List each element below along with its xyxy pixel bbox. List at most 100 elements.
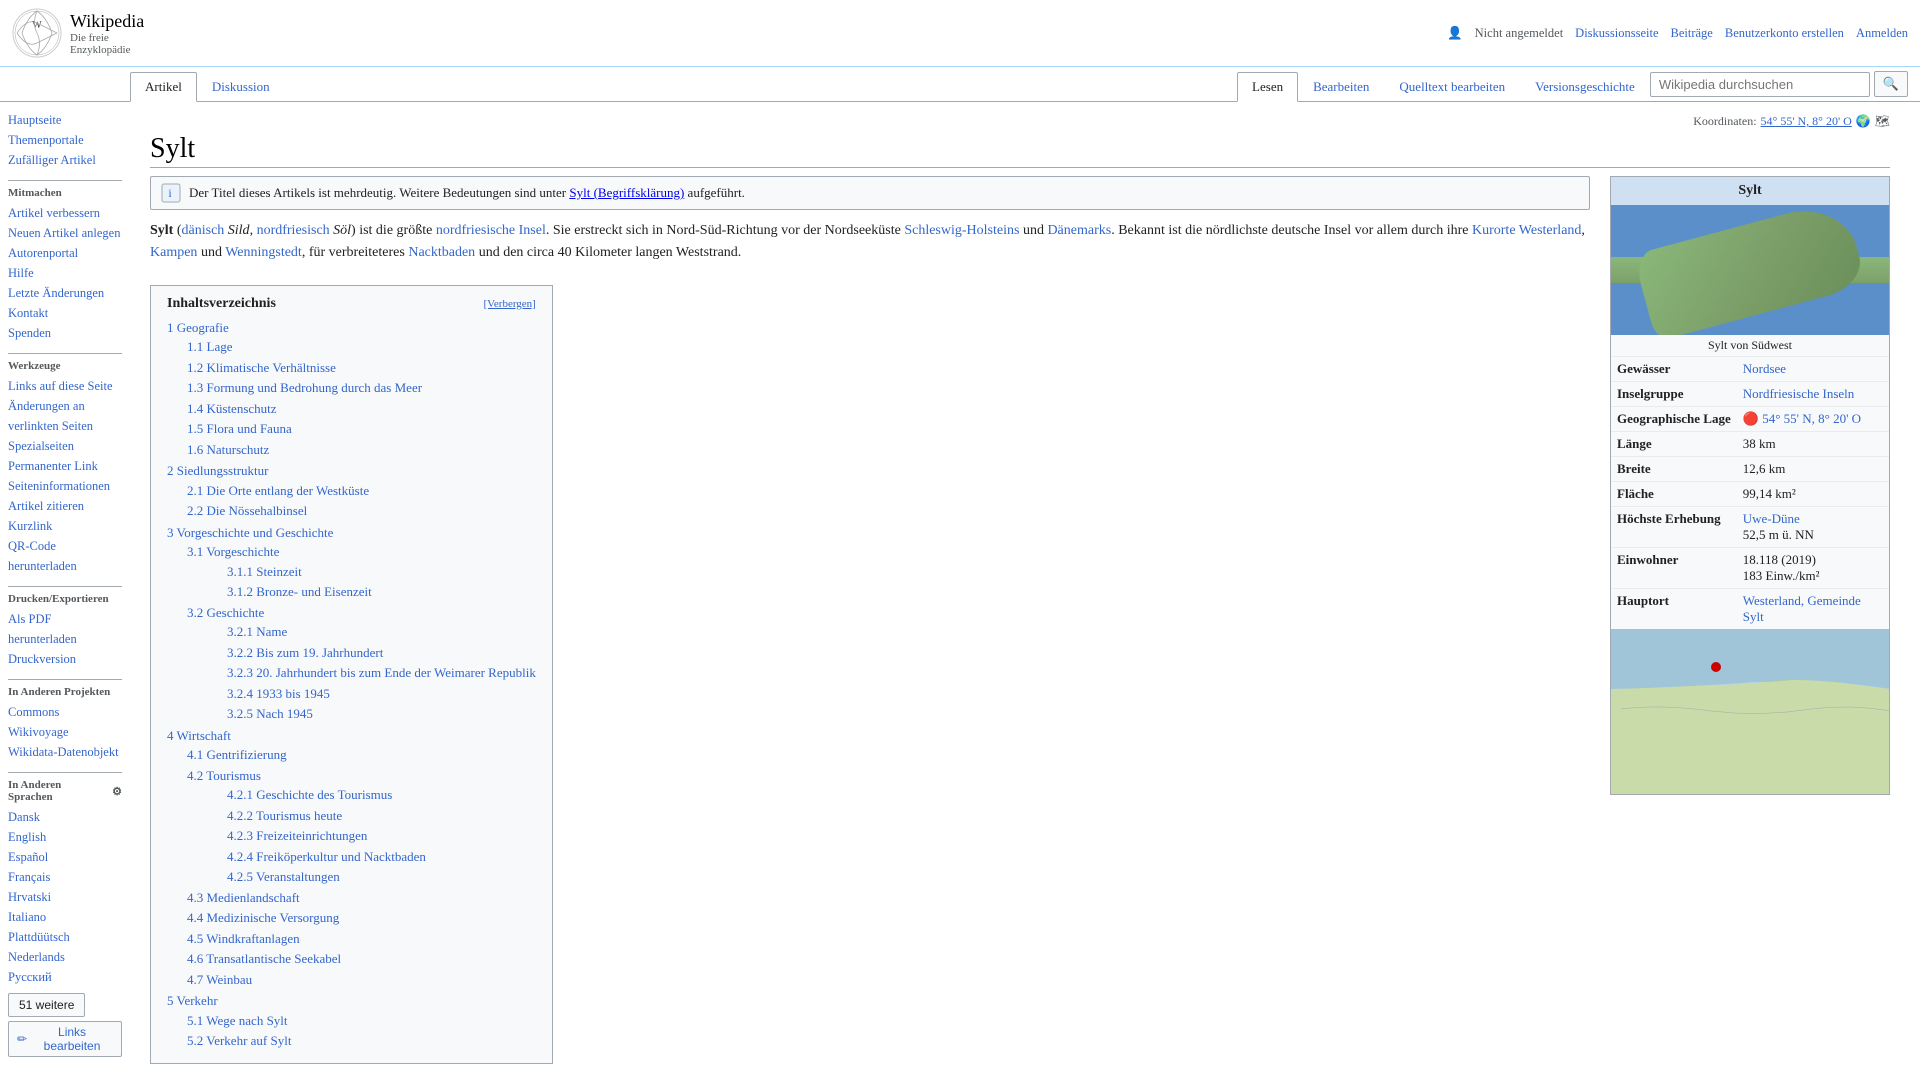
sidebar-item-themenportale[interactable]: Themenportale xyxy=(8,130,122,150)
toc-link-1-1[interactable]: 1.1 Lage xyxy=(187,339,232,354)
infobox-value-inselgruppe[interactable]: Nordfriesische Inseln xyxy=(1743,386,1855,401)
nordfriesisch-link[interactable]: nordfriesisch xyxy=(257,223,330,238)
sidebar-item-english[interactable]: English xyxy=(8,827,122,847)
toc-link-1-2[interactable]: 1.2 Klimatische Verhältnisse xyxy=(187,360,336,375)
sidebar-item-kurzlink[interactable]: Kurzlink xyxy=(8,516,122,536)
sidebar-item-wikivoyage[interactable]: Wikivoyage xyxy=(8,722,122,742)
sidebar-item-russian[interactable]: Русский xyxy=(8,967,122,987)
sidebar-item-druckversion[interactable]: Druckversion xyxy=(8,649,122,669)
sidebar-item-kontakt[interactable]: Kontakt xyxy=(8,303,122,323)
globe-icon[interactable]: 🌍 xyxy=(1856,114,1871,129)
toc-link-2-2[interactable]: 2.2 Die Nössehalbinsel xyxy=(187,503,307,518)
sidebar-item-francais[interactable]: Français xyxy=(8,867,122,887)
toc-link-4-5[interactable]: 4.5 Windkraftanlagen xyxy=(187,931,300,946)
toc-link-4-3[interactable]: 4.3 Medienlandschaft xyxy=(187,890,300,905)
sidebar-item-wikidata[interactable]: Wikidata-Datenobjekt xyxy=(8,742,122,762)
schleswig-holstein-link[interactable]: Schleswig-Holsteins xyxy=(904,223,1019,238)
sidebar-item-dansk[interactable]: Dansk xyxy=(8,807,122,827)
toc-link-1-6[interactable]: 1.6 Naturschutz xyxy=(187,442,269,457)
sidebar-item-spenden[interactable]: Spenden xyxy=(8,323,122,343)
toc-link-4-2-3[interactable]: 4.2.3 Freizeiteinrichtungen xyxy=(227,828,367,843)
toc-link-4-2-4[interactable]: 4.2.4 Freiköperkultur und Nacktbaden xyxy=(227,849,426,864)
sidebar-item-seiteninformationen[interactable]: Seiteninformationen xyxy=(8,476,122,496)
toc-link-4-2-1[interactable]: 4.2.1 Geschichte des Tourismus xyxy=(227,787,392,802)
toc-link-3-2-2[interactable]: 3.2.2 Bis zum 19. Jahrhundert xyxy=(227,645,383,660)
sidebar-item-spezialseiten[interactable]: Spezialseiten xyxy=(8,436,122,456)
infobox-value-gewaesser[interactable]: Nordsee xyxy=(1743,361,1786,376)
toc-link-4-6[interactable]: 4.6 Transatlantische Seekabel xyxy=(187,951,341,966)
sidebar-item-zitieren[interactable]: Artikel zitieren xyxy=(8,496,122,516)
sidebar-item-verlinkte[interactable]: Änderungen an verlinkten Seiten xyxy=(8,396,122,436)
toc-link-4[interactable]: 4 Wirtschaft xyxy=(167,728,231,743)
tab-bearbeiten[interactable]: Bearbeiten xyxy=(1298,72,1384,102)
search-input[interactable] xyxy=(1650,72,1870,97)
uwe-duene-link[interactable]: Uwe-Düne xyxy=(1743,511,1800,526)
coords-value[interactable]: 54° 55' N, 8° 20' O xyxy=(1762,411,1861,426)
wenningstedt-link[interactable]: Wenningstedt xyxy=(225,245,302,260)
sidebar-item-commons[interactable]: Commons xyxy=(8,702,122,722)
discussion-link[interactable]: Diskussionsseite xyxy=(1575,26,1658,41)
sidebar-item-nederlands[interactable]: Nederlands xyxy=(8,947,122,967)
toc-link-3-2-3[interactable]: 3.2.3 20. Jahrhundert bis zum Ende der W… xyxy=(227,665,536,680)
sidebar-item-zufaellig[interactable]: Zufälliger Artikel xyxy=(8,150,122,170)
toc-link-1-3[interactable]: 1.3 Formung und Bedrohung durch das Meer xyxy=(187,380,422,395)
toc-link-4-4[interactable]: 4.4 Medizinische Versorgung xyxy=(187,910,339,925)
tab-diskussion[interactable]: Diskussion xyxy=(197,72,285,102)
kurorte-link[interactable]: Kurorte Westerland xyxy=(1472,223,1581,238)
sidebar-item-italiano[interactable]: Italiano xyxy=(8,907,122,927)
toc-link-3-1[interactable]: 3.1 Vorgeschichte xyxy=(187,544,279,559)
toc-link-1[interactable]: 1 Geografie xyxy=(167,320,229,335)
toc-toggle[interactable]: [Verbergen] xyxy=(484,298,536,310)
toc-link-5[interactable]: 5 Verkehr xyxy=(167,993,218,1008)
danisch-link[interactable]: dänisch xyxy=(182,223,225,238)
toc-link-3-2-1[interactable]: 3.2.1 Name xyxy=(227,624,287,639)
tab-artikel[interactable]: Artikel xyxy=(130,72,197,102)
sidebar-item-aenderungen[interactable]: Letzte Änderungen xyxy=(8,283,122,303)
toc-link-4-2-2[interactable]: 4.2.2 Tourismus heute xyxy=(227,808,342,823)
sidebar-item-plattduutsch[interactable]: Plattdüütsch xyxy=(8,927,122,947)
toc-link-5-1[interactable]: 5.1 Wege nach Sylt xyxy=(187,1013,288,1028)
gear-icon[interactable]: ⚙ xyxy=(112,785,122,798)
sidebar-item-hauptseite[interactable]: Hauptseite xyxy=(8,110,122,130)
toc-link-2[interactable]: 2 Siedlungsstruktur xyxy=(167,463,268,478)
sidebar-item-hrvatski[interactable]: Hrvatski xyxy=(8,887,122,907)
toc-link-3-1-2[interactable]: 3.1.2 Bronze- und Eisenzeit xyxy=(227,584,372,599)
tab-versionsgeschichte[interactable]: Versionsgeschichte xyxy=(1520,72,1650,102)
login-link[interactable]: Anmelden xyxy=(1856,26,1908,41)
search-button[interactable]: 🔍 xyxy=(1874,71,1908,97)
toc-link-3-2[interactable]: 3.2 Geschichte xyxy=(187,605,264,620)
hauptort-link[interactable]: Westerland, Gemeinde Sylt xyxy=(1743,593,1861,624)
tab-quelltext[interactable]: Quelltext bearbeiten xyxy=(1384,72,1520,102)
toc-link-3[interactable]: 3 Vorgeschichte und Geschichte xyxy=(167,525,333,540)
wikipedia-logo[interactable]: W xyxy=(12,8,62,58)
map-icon[interactable]: 🗺 xyxy=(1875,114,1890,129)
daenemark-link[interactable]: Dänemarks xyxy=(1047,223,1111,238)
toc-link-4-2-5[interactable]: 4.2.5 Veranstaltungen xyxy=(227,869,340,884)
contributions-link[interactable]: Beiträge xyxy=(1671,26,1713,41)
toc-link-3-2-5[interactable]: 3.2.5 Nach 1945 xyxy=(227,706,313,721)
toc-link-2-1[interactable]: 2.1 Die Orte entlang der Westküste xyxy=(187,483,369,498)
toc-link-1-5[interactable]: 1.5 Flora und Fauna xyxy=(187,421,292,436)
toc-link-4-7[interactable]: 4.7 Weinbau xyxy=(187,972,252,987)
toc-link-3-1-1[interactable]: 3.1.1 Steinzeit xyxy=(227,564,302,579)
sidebar-item-verbessern[interactable]: Artikel verbessern xyxy=(8,203,122,223)
tab-lesen[interactable]: Lesen xyxy=(1237,72,1298,102)
sidebar-item-espanol[interactable]: Español xyxy=(8,847,122,867)
toc-link-4-1[interactable]: 4.1 Gentrifizierung xyxy=(187,747,287,762)
sidebar-item-autorenportal[interactable]: Autorenportal xyxy=(8,243,122,263)
sidebar-item-hilfe[interactable]: Hilfe xyxy=(8,263,122,283)
sidebar-item-permanenter[interactable]: Permanenter Link xyxy=(8,456,122,476)
create-account-link[interactable]: Benutzerkonto erstellen xyxy=(1725,26,1844,41)
sidebar-item-neuer-artikel[interactable]: Neuen Artikel anlegen xyxy=(8,223,122,243)
nordfriesische-insel-link[interactable]: nordfriesische Insel xyxy=(436,223,546,238)
toc-link-4-2[interactable]: 4.2 Tourismus xyxy=(187,768,261,783)
site-name[interactable]: Wikipedia xyxy=(70,11,144,32)
more-languages-button[interactable]: 51 weitere xyxy=(8,993,85,1017)
toc-link-1-4[interactable]: 1.4 Küstenschutz xyxy=(187,401,277,416)
disambig-link[interactable]: Sylt (Begriffsklärung) xyxy=(569,185,684,200)
toc-link-3-2-4[interactable]: 3.2.4 1933 bis 1945 xyxy=(227,686,330,701)
nacktbaden-link[interactable]: Nacktbaden xyxy=(408,245,475,260)
kampen-link[interactable]: Kampen xyxy=(150,245,197,260)
coords-link[interactable]: 54° 55' N, 8° 20' O xyxy=(1761,114,1852,129)
sidebar-item-qrcode[interactable]: QR-Code herunterladen xyxy=(8,536,122,576)
